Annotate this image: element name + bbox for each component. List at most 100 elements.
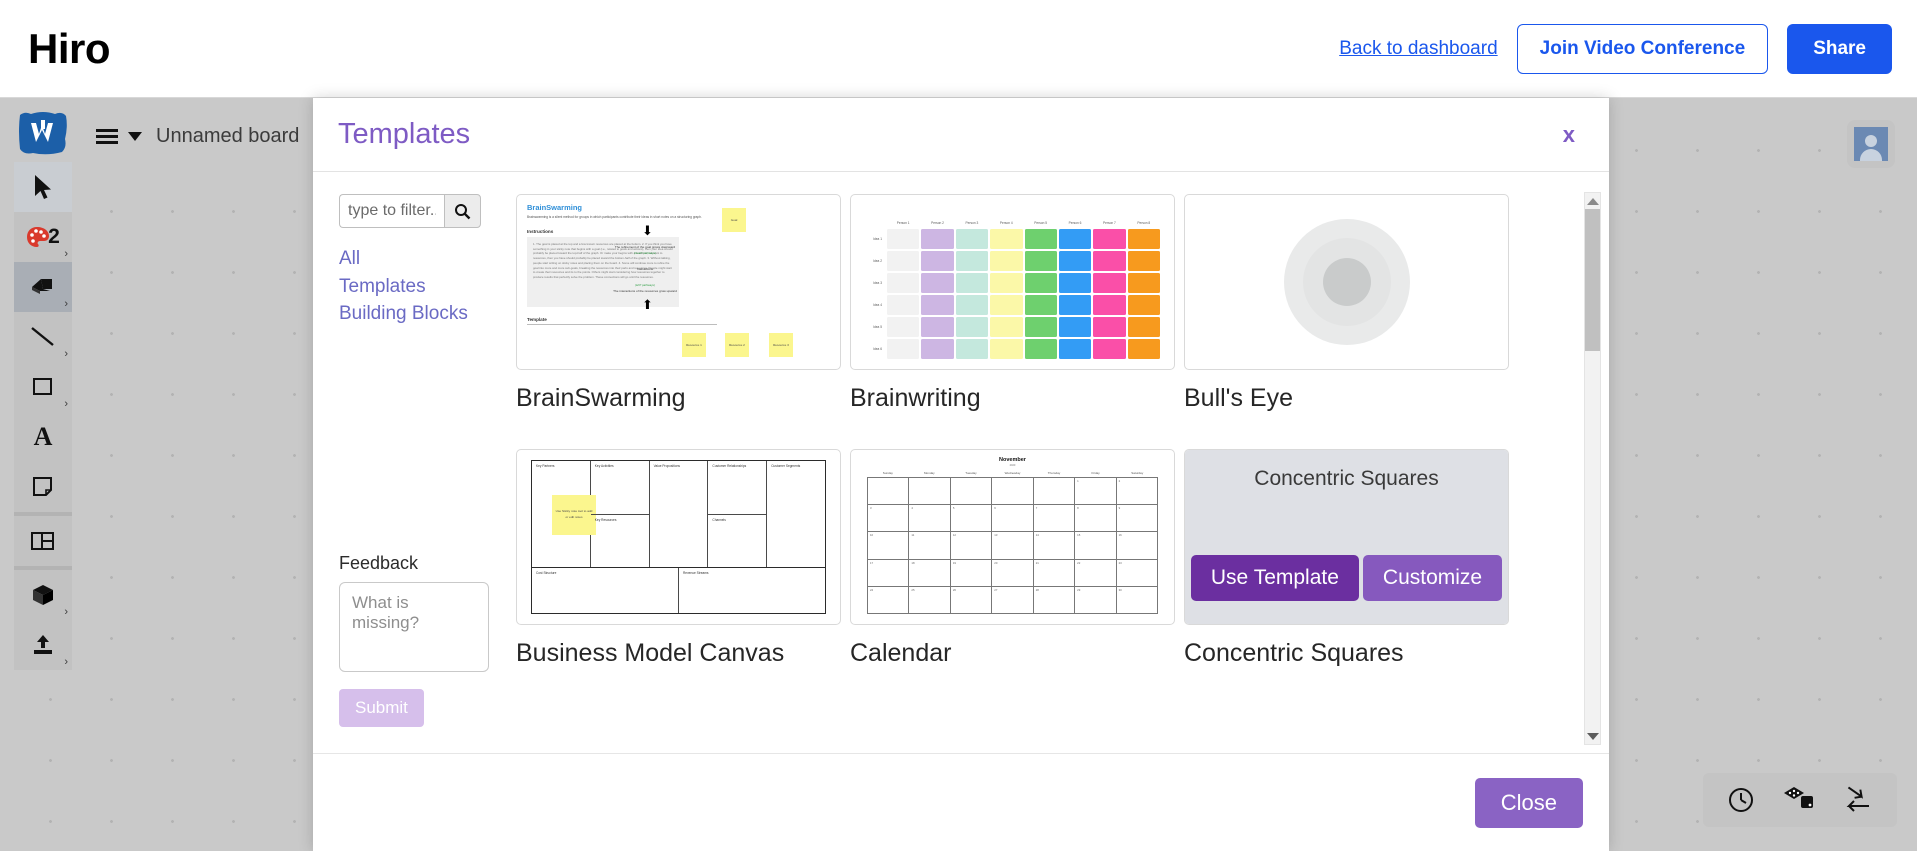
bw-cell	[887, 317, 920, 337]
search-button[interactable]	[444, 194, 481, 228]
template-thumbnail-calendar[interactable]: November 2020 Sunday Monday Tuesday Wednesd…	[850, 449, 1175, 625]
use-template-button[interactable]: Use Template	[1190, 555, 1359, 601]
bw-row-header: Idea 4	[873, 303, 882, 307]
line-tool[interactable]: ›	[14, 312, 72, 362]
bw-cell	[921, 229, 954, 249]
w-logo-icon	[19, 112, 67, 155]
bw-cell	[1093, 229, 1126, 249]
bw-cell	[1127, 339, 1160, 359]
scrollbar-thumb[interactable]	[1585, 209, 1600, 351]
bw-cell	[1127, 273, 1160, 293]
bmc-key-activities: Key Activities	[594, 464, 614, 468]
template-thumbnail-business-model-canvas[interactable]: Key Partners Use Sticky note tool to add…	[516, 449, 841, 625]
bw-cell	[921, 251, 954, 271]
template-thumbnail-bulls-eye[interactable]	[1184, 194, 1509, 370]
object-tool[interactable]: ›	[14, 570, 72, 620]
close-button[interactable]: Close	[1474, 777, 1583, 828]
eraser-tool[interactable]: ›	[14, 262, 72, 312]
template-card-brainswarming[interactable]: BrainSwarming Brainswarming is a silent …	[516, 194, 841, 413]
close-icon[interactable]: x	[1553, 118, 1585, 152]
sticky-note-tool[interactable]	[14, 462, 72, 512]
template-card-business-model-canvas[interactable]: Key Partners Use Sticky note tool to add…	[516, 449, 841, 668]
join-video-conference-button[interactable]: Join Video Conference	[1516, 23, 1769, 74]
bw-cell	[1093, 339, 1126, 359]
category-all[interactable]: All	[339, 246, 498, 272]
category-building-blocks[interactable]: Building Blocks	[339, 301, 498, 327]
feedback-textarea[interactable]	[339, 582, 489, 672]
calendar-date-cell: 19	[950, 559, 993, 587]
bw-cell	[887, 339, 920, 359]
template-name-business-model-canvas: Business Model Canvas	[516, 639, 785, 667]
template-thumbnail-concentric-squares[interactable]: Concentric Squares Use Template Customiz…	[1184, 449, 1509, 625]
calendar-date-cell: 18	[909, 559, 951, 587]
tool-group-1	[14, 162, 72, 212]
calendar-date-cell	[909, 478, 951, 506]
back-to-dashboard-link[interactable]: Back to dashboard	[1339, 38, 1497, 60]
shuffle-arrows-icon[interactable]	[1843, 786, 1873, 814]
customize-button[interactable]: Customize	[1362, 555, 1503, 601]
scroll-up-arrow-icon[interactable]	[1585, 193, 1600, 209]
scroll-down-arrow-icon[interactable]	[1585, 728, 1600, 744]
top-bar: Hiro Back to dashboard Join Video Confer…	[0, 0, 1917, 98]
template-card-calendar[interactable]: November 2020 Sunday Monday Tuesday Wednesd…	[850, 449, 1175, 668]
bw-col-header: Person 1	[896, 221, 910, 225]
bw-cell	[921, 295, 954, 315]
bw-cell	[1127, 229, 1160, 249]
share-button[interactable]: Share	[1787, 23, 1892, 74]
template-card-bulls-eye[interactable]: Bull's Eye	[1184, 194, 1509, 413]
board-name-label[interactable]: Unnamed board	[156, 125, 299, 148]
avatar[interactable]	[1847, 120, 1895, 168]
bw-cell	[1127, 251, 1160, 271]
bs-arrow-down-icon: ⬇	[642, 223, 653, 238]
frame-tool[interactable]	[14, 516, 72, 566]
dice-icon[interactable]	[1783, 786, 1815, 814]
bw-cell	[1024, 339, 1057, 359]
search-input[interactable]	[339, 194, 444, 228]
chevron-down-icon[interactable]	[128, 131, 142, 141]
submit-feedback-button[interactable]: Submit	[339, 689, 424, 727]
bw-cell	[990, 273, 1023, 293]
bw-cell	[1093, 273, 1126, 293]
bw-col-header: Person 4	[999, 221, 1013, 225]
templates-grid-wrap: BrainSwarming Brainswarming is a silent …	[498, 172, 1609, 753]
bullseye-ring-outer	[1283, 219, 1410, 345]
template-name-calendar: Calendar	[850, 639, 952, 667]
bw-cell	[1058, 339, 1092, 359]
calendar-date-cell: 29	[1075, 586, 1117, 614]
bs-subtitle: Brainswarming is a silent method for gro…	[527, 215, 702, 219]
app-mark-icon[interactable]	[14, 104, 72, 162]
template-card-concentric-squares[interactable]: Concentric Squares Use Template Customiz…	[1184, 449, 1509, 668]
hamburger-icon[interactable]	[96, 128, 118, 144]
template-card-brainwriting[interactable]: Person 1 Person 2 Person 3 Person 4 Person 5…	[850, 194, 1175, 413]
category-templates[interactable]: Templates	[339, 274, 498, 300]
bw-cell	[887, 273, 920, 293]
hover-card-title: Concentric Squares	[1254, 467, 1439, 490]
tool-group-3	[14, 516, 72, 566]
bw-cell	[990, 339, 1023, 359]
template-thumbnail-brainwriting[interactable]: Person 1 Person 2 Person 3 Person 4 Person 5…	[850, 194, 1175, 370]
text-tool[interactable]: A	[14, 412, 72, 462]
bs-divider	[527, 323, 717, 325]
calendar-date-cell: 14	[1033, 532, 1076, 560]
calendar-date-cell: 23	[1116, 559, 1158, 587]
calendar-date-cell: 22	[1075, 559, 1117, 587]
template-name-concentric-squares: Concentric Squares	[1184, 639, 1404, 667]
bullseye-ring-inner	[1322, 258, 1371, 306]
bmc-preview: Key Partners Use Sticky note tool to add…	[517, 450, 840, 624]
template-thumbnail-brainswarming[interactable]: BrainSwarming Brainswarming is a silent …	[516, 194, 841, 370]
tool-group-4: › ›	[14, 570, 72, 670]
modal-title: Templates	[338, 118, 471, 150]
calendar-date-cell: 11	[909, 532, 951, 560]
bmc-key-resources: Key Resources	[590, 513, 649, 568]
bs-caption-bottom: The interactions of the resources grow u…	[613, 289, 677, 293]
bw-cell	[887, 295, 920, 315]
shape-tool[interactable]: ›	[14, 362, 72, 412]
color-palette-tool[interactable]: 2 ›	[14, 212, 72, 262]
select-tool[interactable]	[14, 162, 72, 212]
left-toolbar: 2 › › › › A › ›	[14, 104, 72, 670]
clock-icon[interactable]	[1727, 786, 1755, 814]
upload-tool[interactable]: ›	[14, 620, 72, 670]
bw-cell	[955, 251, 989, 271]
bs-resource-sticky-3: Resource 3	[769, 333, 793, 357]
templates-scrollbar[interactable]	[1584, 192, 1601, 745]
